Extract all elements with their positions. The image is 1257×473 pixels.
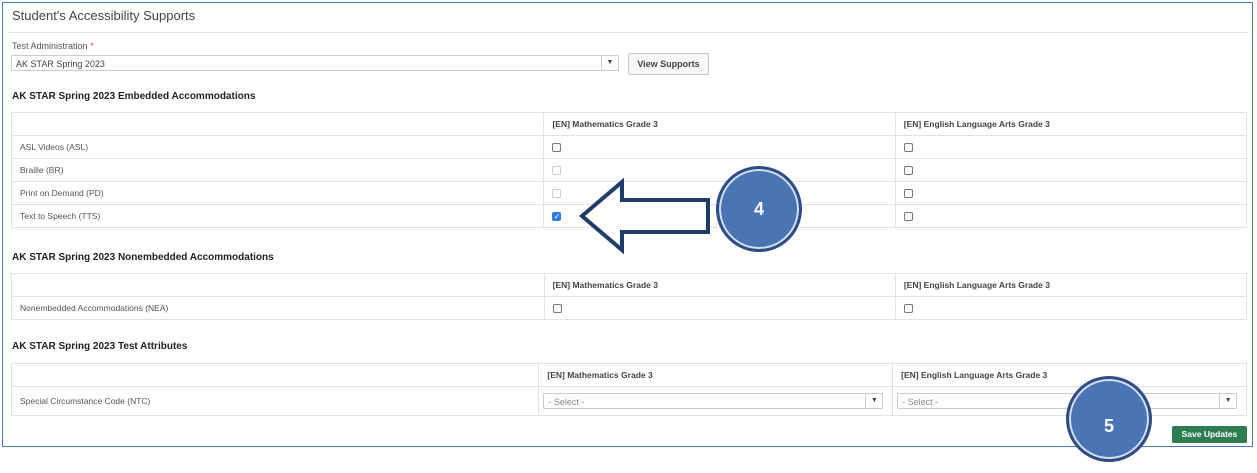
row-label: Text to Speech (TTS) — [10, 204, 545, 228]
asl-ela-checkbox[interactable] — [903, 143, 913, 153]
chevron-down-icon[interactable]: ▼ — [865, 393, 882, 409]
table-header-row: [EN] Mathematics Grade 3 [EN] English La… — [10, 363, 1247, 387]
view-supports-button[interactable]: View Supports — [628, 53, 709, 75]
column-header: [EN] English Language Arts Grade 3 — [892, 363, 1247, 387]
embedded-section-title: AK STAR Spring 2023 Embedded Accommodati… — [12, 91, 256, 102]
column-header: [EN] English Language Arts Grade 3 — [894, 112, 1248, 136]
column-header — [10, 363, 540, 387]
row-label: Nonembedded Accommodations (NEA) — [11, 296, 545, 320]
step-5-callout: 5 — [1066, 376, 1152, 462]
test-administration-label-text: Test Administration — [12, 41, 88, 51]
divider — [8, 32, 1249, 33]
test-administration-select[interactable]: AK STAR Spring 2023 ▼ — [11, 55, 619, 71]
tts-math-checkbox[interactable]: ✓ — [552, 212, 562, 222]
column-header: [EN] Mathematics Grade 3 — [538, 363, 894, 387]
cell-ela — [894, 204, 1248, 228]
cell-math: - Select - ▼ — [538, 386, 894, 416]
page-title: Student's Accessibility Supports — [12, 8, 196, 23]
nonembedded-table: [EN] Mathematics Grade 3 [EN] English La… — [11, 273, 1248, 320]
row-label: ASL Videos (ASL) — [10, 135, 545, 159]
required-mark: * — [90, 41, 94, 51]
column-header: [EN] English Language Arts Grade 3 — [894, 273, 1248, 297]
ntc-math-select[interactable]: - Select - ▼ — [543, 393, 884, 409]
nea-math-checkbox[interactable] — [552, 304, 562, 314]
column-header — [11, 273, 545, 297]
row-label: Braille (BR) — [10, 158, 545, 182]
cell-ela — [894, 181, 1248, 205]
left-arrow-icon — [578, 177, 710, 255]
cell-ela — [894, 135, 1248, 159]
braille-ela-checkbox[interactable] — [903, 166, 913, 176]
chevron-down-icon[interactable]: ▼ — [1219, 393, 1236, 409]
column-header: [EN] Mathematics Grade 3 — [543, 112, 896, 136]
test-administration-value: AK STAR Spring 2023 — [16, 59, 105, 69]
table-row: ASL Videos (ASL) — [10, 135, 1248, 159]
test-administration-label: Test Administration * — [12, 41, 94, 51]
nea-ela-checkbox[interactable] — [903, 304, 913, 314]
cell-math — [543, 135, 896, 159]
table-row: Nonembedded Accommodations (NEA) — [11, 296, 1248, 320]
column-header: [EN] Mathematics Grade 3 — [543, 273, 896, 297]
row-label: Print on Demand (PD) — [10, 181, 545, 205]
table-header-row: [EN] Mathematics Grade 3 [EN] English La… — [10, 112, 1248, 136]
table-row: Special Circumstance Code (NTC) - Select… — [10, 386, 1247, 416]
row-label: Special Circumstance Code (NTC) — [10, 386, 540, 416]
step-4-callout: 4 — [716, 166, 802, 252]
cell-ela — [894, 158, 1248, 182]
cell-math — [543, 296, 896, 320]
table-header-row: [EN] Mathematics Grade 3 [EN] English La… — [11, 273, 1248, 297]
attributes-section-title: AK STAR Spring 2023 Test Attributes — [12, 341, 188, 352]
nonembedded-section-title: AK STAR Spring 2023 Nonembedded Accommod… — [12, 252, 274, 263]
cell-ela — [894, 296, 1248, 320]
pod-math-checkbox — [552, 189, 562, 199]
pod-ela-checkbox[interactable] — [903, 189, 913, 199]
save-updates-button[interactable]: Save Updates — [1172, 426, 1247, 443]
attributes-table: [EN] Mathematics Grade 3 [EN] English La… — [10, 363, 1247, 416]
ntc-ela-select-value: - Select - — [902, 397, 939, 407]
tts-ela-checkbox[interactable] — [903, 212, 913, 222]
asl-math-checkbox[interactable] — [552, 143, 562, 153]
column-header — [10, 112, 545, 136]
ntc-math-select-value: - Select - — [548, 397, 585, 407]
chevron-down-icon[interactable]: ▼ — [601, 55, 618, 71]
braille-math-checkbox — [552, 166, 562, 176]
